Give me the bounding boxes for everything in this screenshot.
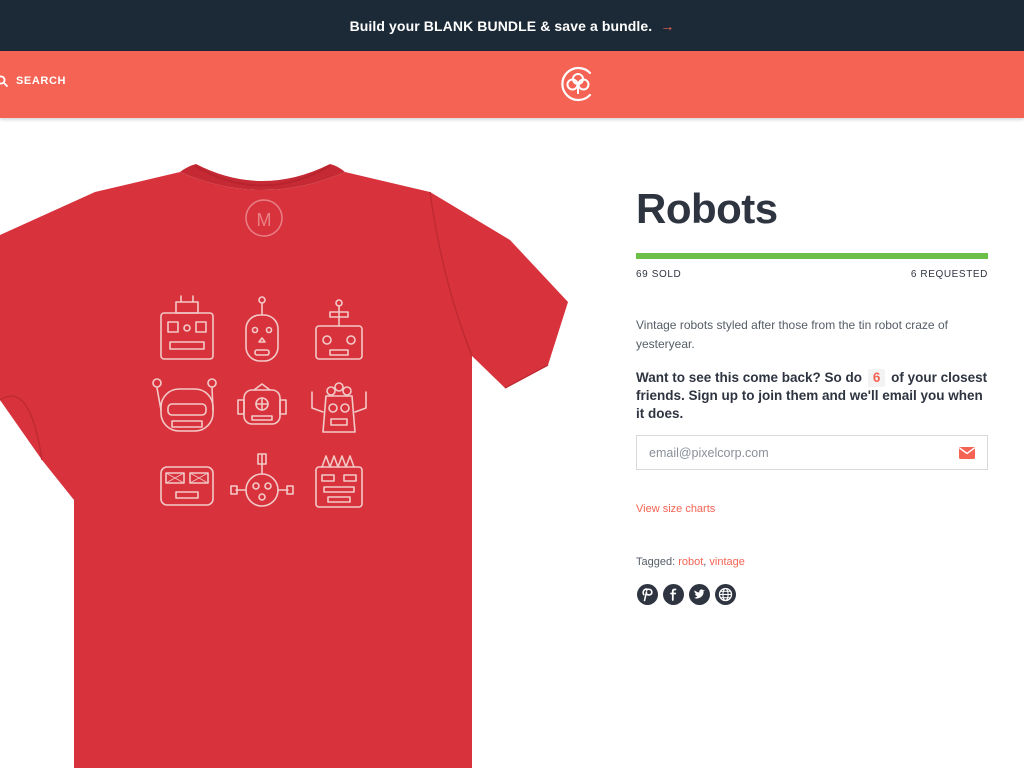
requested-count: 6 REQUESTED [910,269,988,280]
search-icon [0,75,8,87]
promo-highlight: BLANK BUNDLE [423,17,537,34]
collar-letter: M [257,210,272,230]
requester-count-badge: 6 [867,369,886,387]
email-input[interactable] [637,436,947,469]
product-tshirt-image: M [0,164,568,768]
arrow-right-icon: → [660,17,675,34]
cotton-flower-logo-icon[interactable] [557,63,599,105]
pinterest-icon[interactable] [637,584,658,605]
facebook-icon[interactable] [663,584,684,605]
tagged-label: Tagged: [636,556,676,568]
promo-prefix: Build your [349,17,420,34]
view-size-charts-link[interactable]: View size charts [636,503,715,515]
site-header: SEARCH [0,51,1024,118]
cta-text-before: Want to see this come back? So do [636,370,863,385]
request-progress-bar [636,253,988,259]
tag-link-robot[interactable]: robot [678,556,703,568]
sold-count: 69 SOLD [636,269,682,280]
promo-suffix: & save a bundle. [540,17,653,34]
search-button[interactable]: SEARCH [0,75,66,87]
globe-icon[interactable] [715,584,736,605]
share-links [637,584,736,605]
email-signup-form [636,435,988,470]
email-submit-button[interactable] [947,436,987,469]
tag-separator: , [703,556,707,568]
comeback-cta: Want to see this come back? So do 6 of y… [636,369,988,423]
search-label: SEARCH [16,75,67,87]
product-description: Vintage robots styled after those from t… [636,318,948,351]
promo-banner[interactable]: Build your BLANK BUNDLE & save a bundle.… [0,0,1024,51]
product-tags: Tagged: robot, vintage [636,556,745,568]
tag-link-vintage[interactable]: vintage [709,556,744,568]
request-progress-fill [636,253,988,259]
twitter-icon[interactable] [689,584,710,605]
product-title: Robots [636,185,778,232]
envelope-icon [959,446,975,459]
